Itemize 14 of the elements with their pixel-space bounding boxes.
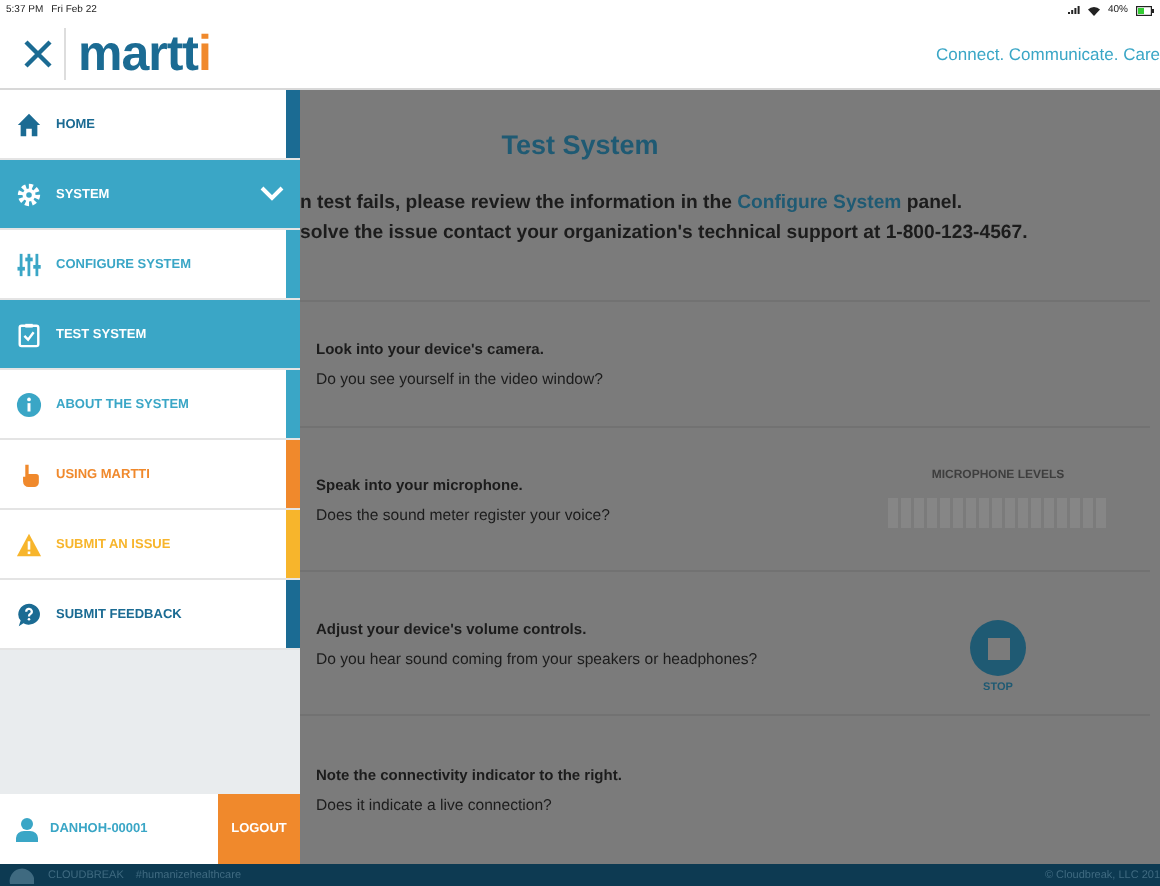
intro-text: solve the issue contact your organization's technical support at 1-800-123-4567. <box>300 222 1030 246</box>
color-strip <box>286 90 300 158</box>
cloud-logo-icon <box>8 866 36 884</box>
page-title: Test System <box>501 130 659 160</box>
configure-system-link[interactable]: Configure System <box>737 192 902 214</box>
intro-text: n test fails, please review the information in the Configure System panel. <box>300 192 965 216</box>
battery-icon <box>1136 5 1154 15</box>
wifi-icon <box>1087 5 1100 15</box>
martti-logo: martti <box>78 29 211 79</box>
signal-icon <box>1067 6 1080 14</box>
color-strip <box>286 230 300 298</box>
tagline: Connect. Communicate. Care <box>936 44 1160 64</box>
user-icon <box>16 817 38 841</box>
home-icon <box>16 111 42 137</box>
